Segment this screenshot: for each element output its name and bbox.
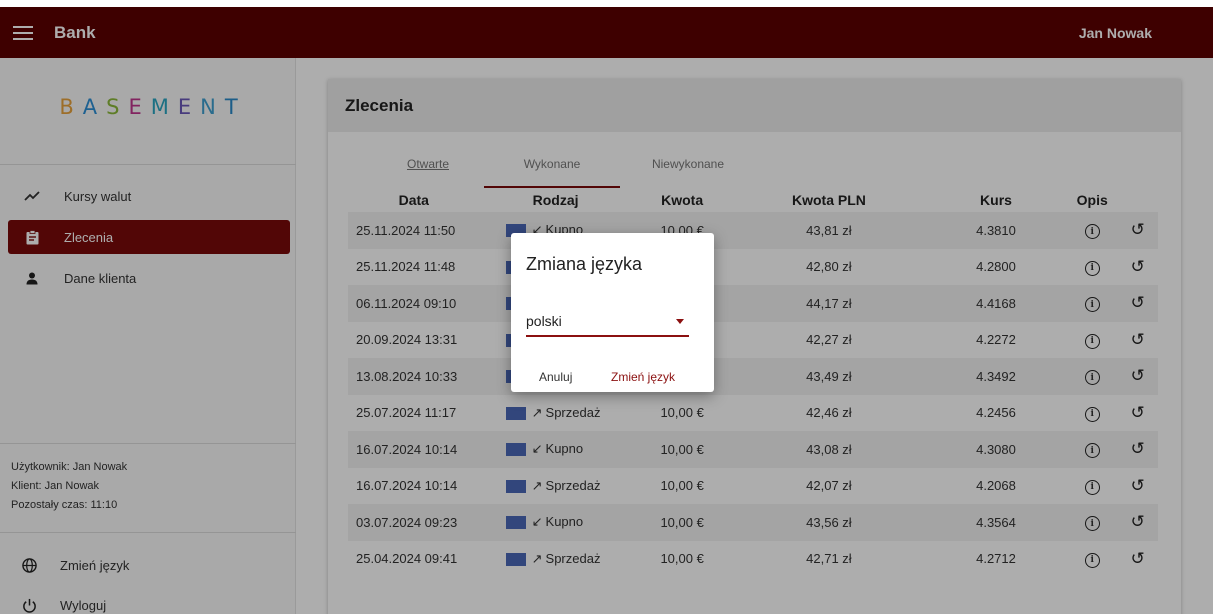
caret-down-icon [676, 319, 684, 324]
language-select[interactable]: polski [526, 307, 689, 337]
confirm-change-language-button[interactable]: Zmień język [611, 370, 675, 384]
cancel-button[interactable]: Anuluj [539, 370, 572, 384]
change-language-dialog: Zmiana języka polski Anuluj Zmień język [511, 233, 714, 392]
language-select-value: polski [526, 313, 562, 329]
dialog-title: Zmiana języka [526, 254, 643, 274]
